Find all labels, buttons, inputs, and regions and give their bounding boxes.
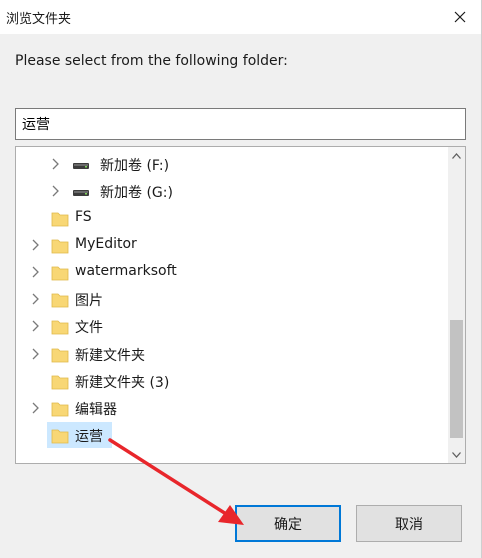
tree-item-label: 新建文件夹 [75,348,145,364]
folder-icon [51,375,69,390]
tree-item[interactable]: 文件 [16,313,436,339]
instruction-text: Please select from the following folder: [15,53,288,69]
chevron-up-icon [452,152,461,159]
tree-item-label: FS [75,209,92,225]
chevron-right-icon[interactable] [31,239,41,251]
tree-item[interactable]: watermarksoft [16,259,436,285]
vertical-scrollbar[interactable] [448,147,465,463]
close-button[interactable] [439,0,481,34]
chevron-right-icon[interactable] [31,402,41,414]
folder-icon [51,320,69,335]
folder-icon [51,212,69,227]
folder-icon [51,429,69,444]
dialog-title: 浏览文件夹 [6,12,72,27]
tree-item[interactable]: 新建文件夹 [16,341,436,367]
title-bar: 浏览文件夹 [0,0,481,34]
tree-item-label: 新加卷 (G:) [100,185,173,201]
chevron-right-icon[interactable] [51,158,61,170]
tree-item-label: 文件 [75,320,103,336]
chevron-right-icon[interactable] [31,266,41,278]
tree-item-label: 运营 [75,429,103,445]
tree-item-label: 新加卷 (F:) [100,158,170,174]
tree-item[interactable]: FS [16,205,436,231]
scroll-down-button[interactable] [448,446,465,463]
browse-folder-dialog: 浏览文件夹 Please select from the following f… [0,0,482,558]
folder-tree[interactable]: 新加卷 (F:) 新加卷 (G:) FS MyEditor watermarksoft 图… [15,146,466,464]
chevron-right-icon[interactable] [31,348,41,360]
folder-icon [51,293,69,308]
tree-item[interactable]: 新建文件夹 (3) [16,368,436,394]
tree-item[interactable]: 运营 [16,422,436,448]
tree-item-label: 新建文件夹 (3) [75,375,170,391]
folder-icon [51,402,69,417]
tree-item-label: 图片 [75,293,103,309]
cancel-button[interactable]: 取消 [356,505,462,542]
ok-button[interactable]: 确定 [235,505,341,542]
chevron-right-icon[interactable] [31,293,41,305]
tree-item[interactable]: 编辑器 [16,395,436,421]
chevron-right-icon[interactable] [51,185,61,197]
tree-item-label: watermarksoft [75,263,177,279]
tree-item[interactable]: MyEditor [16,232,436,258]
tree-item[interactable]: 图片 [16,286,436,312]
tree-item-label: MyEditor [75,236,137,252]
folder-icon [51,266,69,281]
close-icon [454,11,466,23]
folder-icon [51,239,69,254]
chevron-right-icon[interactable] [31,320,41,332]
drive-icon [73,163,89,169]
folder-icon [51,348,69,363]
drive-icon [73,190,89,196]
scroll-up-button[interactable] [448,147,465,164]
folder-path-input[interactable] [15,108,466,140]
chevron-down-icon [452,451,461,458]
tree-item[interactable]: 新加卷 (G:) [16,178,436,204]
tree-item[interactable]: 新加卷 (F:) [16,151,436,177]
scrollbar-thumb[interactable] [450,320,463,438]
tree-item-label: 编辑器 [75,402,117,418]
